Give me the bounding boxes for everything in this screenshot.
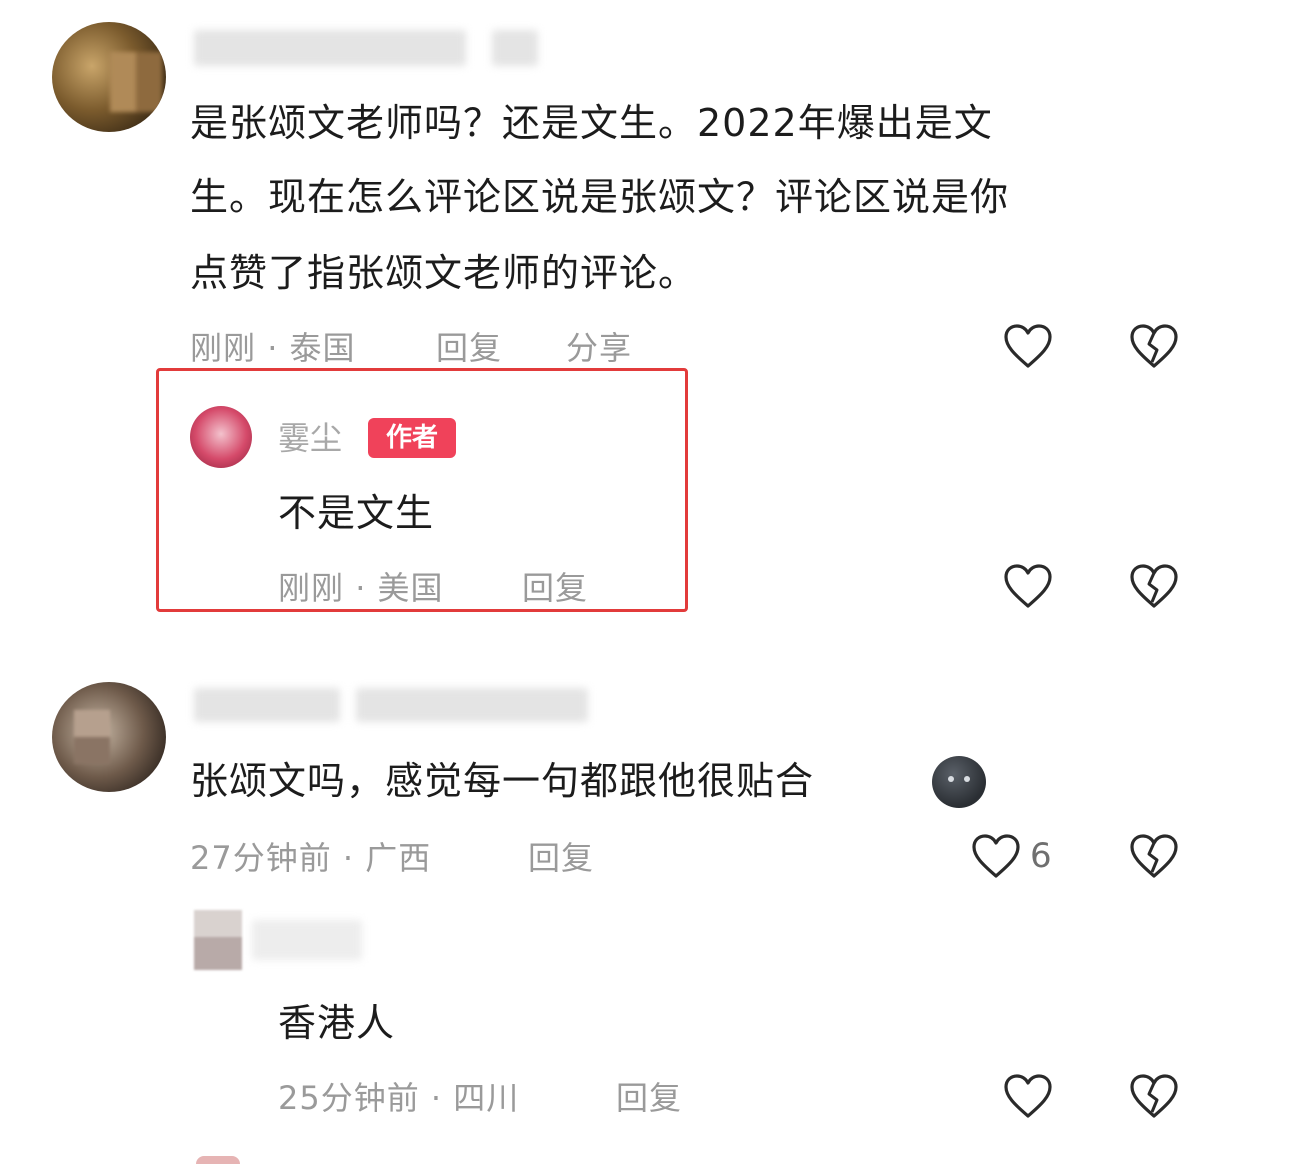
commenter-avatar[interactable] — [52, 682, 166, 792]
broken-heart-icon[interactable] — [1128, 322, 1180, 370]
commenter-avatar[interactable] — [52, 22, 166, 132]
comment-text: 张颂文吗，感觉每一句都跟他很贴合 — [190, 759, 815, 803]
comment-text-line: 是张颂文老师吗？还是文生。2022年爆出是文 — [190, 101, 993, 145]
meta-separator: · — [355, 569, 367, 607]
broken-heart-icon[interactable] — [1128, 832, 1180, 880]
next-avatar-peek — [196, 1156, 240, 1164]
commenter-badge-blurred — [492, 30, 538, 66]
reply-button[interactable]: 回复 — [436, 328, 502, 368]
broken-heart-icon[interactable] — [1128, 1072, 1180, 1120]
reply-time: 25分钟前 — [278, 1079, 420, 1117]
replier-name-blurred[interactable] — [252, 920, 362, 960]
comment-time: 27分钟前 — [190, 839, 332, 877]
comment-location: 广西 — [365, 839, 432, 877]
reply-button[interactable]: 回复 — [522, 568, 588, 608]
commenter-name-blurred[interactable] — [194, 30, 466, 66]
dark-round-face-emoji — [932, 756, 986, 808]
replier-avatar[interactable] — [194, 910, 242, 970]
avatar-mosaic — [74, 710, 110, 764]
reply-text: 香港人 — [278, 1001, 396, 1045]
broken-heart-icon[interactable] — [1128, 562, 1180, 610]
reply-location: 美国 — [377, 569, 444, 607]
like-count: 6 — [1030, 836, 1052, 876]
heart-outline-icon[interactable] — [1002, 322, 1054, 370]
reply-location: 四川 — [453, 1079, 520, 1117]
heart-outline-icon[interactable] — [1002, 562, 1054, 610]
comment-text-line: 点赞了指张颂文老师的评论。 — [190, 251, 698, 295]
heart-outline-icon[interactable] — [1002, 1072, 1054, 1120]
reply-time: 刚刚 — [278, 569, 345, 607]
commenter-name-blurred — [356, 688, 588, 722]
share-button[interactable]: 分享 — [566, 328, 632, 368]
comment-location: 泰国 — [289, 329, 356, 367]
reply-meta: 刚刚 · 美国 — [278, 568, 444, 608]
avatar-mosaic — [110, 52, 162, 112]
meta-separator: · — [430, 1079, 443, 1117]
meta-separator: · — [267, 329, 279, 367]
comment-meta: 刚刚 · 泰国 — [190, 328, 356, 368]
commenter-name-blurred[interactable] — [194, 688, 340, 722]
reply-button[interactable]: 回复 — [616, 1078, 682, 1118]
reply-text: 不是文生 — [278, 491, 435, 535]
heart-outline-icon[interactable] — [970, 832, 1022, 880]
comment-time: 刚刚 — [190, 329, 257, 367]
reply-button[interactable]: 回复 — [528, 838, 594, 878]
author-badge: 作者 — [368, 418, 456, 458]
reply-meta: 25分钟前 · 四川 — [278, 1078, 519, 1118]
comment-text-line: 生。现在怎么评论区说是张颂文？评论区说是你 — [190, 175, 1010, 219]
author-avatar[interactable] — [190, 406, 252, 468]
author-name[interactable]: 霎尘 — [278, 418, 342, 458]
comment-meta: 27分钟前 · 广西 — [190, 838, 431, 878]
meta-separator: · — [342, 839, 355, 877]
